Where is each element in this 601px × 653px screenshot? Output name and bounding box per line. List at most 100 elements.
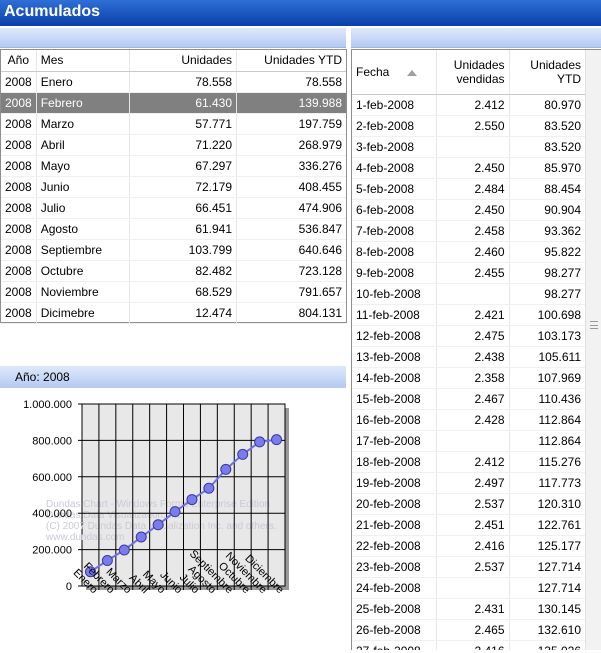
column-header-units-sold[interactable]: Unidades vendidas <box>436 50 510 95</box>
table-row[interactable]: 2008 Julio 66.451 474.906 <box>1 197 346 219</box>
table-row[interactable]: 20-feb-2008 2.537 120.310 <box>352 493 585 515</box>
table-row[interactable]: 23-feb-2008 2.537 127.714 <box>352 556 585 578</box>
left-header-band <box>0 28 346 48</box>
table-row[interactable]: 9-feb-2008 2.455 98.277 <box>352 262 585 284</box>
table-row[interactable]: 19-feb-2008 2.497 117.773 <box>352 472 585 494</box>
cell-date: 26-feb-2008 <box>352 619 437 641</box>
table-row[interactable]: 2008 Agosto 61.941 536.847 <box>1 218 346 240</box>
table-row[interactable]: 22-feb-2008 2.416 125.177 <box>352 535 585 557</box>
cell-units-ytd: 112.864 <box>509 430 585 452</box>
cell-units-sold: 2.450 <box>436 157 510 179</box>
cell-units-sold: 2.451 <box>436 514 510 536</box>
table-row[interactable]: 8-feb-2008 2.460 95.822 <box>352 241 585 263</box>
table-row[interactable]: 2008 Marzo 57.771 197.759 <box>1 113 346 135</box>
cell-units-ytd: 536.847 <box>236 218 346 240</box>
cell-month: Marzo <box>36 113 131 135</box>
cell-month: Octubre <box>36 260 131 282</box>
cell-units-ytd: 127.714 <box>509 556 585 578</box>
cell-units-ytd: 90.904 <box>509 199 585 221</box>
table-row[interactable]: 15-feb-2008 2.467 110.436 <box>352 388 585 410</box>
cell-units-ytd: 804.131 <box>236 302 346 324</box>
vertical-scrollbar[interactable] <box>585 50 601 650</box>
column-header-units[interactable]: Unidades <box>129 50 238 72</box>
table-row[interactable]: 2-feb-2008 2.550 83.520 <box>352 115 585 137</box>
cell-units-ytd: 197.759 <box>236 113 346 135</box>
column-header-daily-units-ytd[interactable]: Unidades YTD <box>509 50 585 95</box>
cell-units-ytd: 135.026 <box>509 640 585 650</box>
column-header-month[interactable]: Mes <box>36 50 131 72</box>
table-row[interactable]: 7-feb-2008 2.458 93.362 <box>352 220 585 242</box>
table-row[interactable]: 1-feb-2008 2.412 80.970 <box>352 94 585 116</box>
table-row[interactable]: 11-feb-2008 2.421 100.698 <box>352 304 585 326</box>
y-tick-label: 1.000.000 <box>23 399 72 411</box>
column-header-year[interactable]: Año <box>1 50 37 72</box>
cell-date: 8-feb-2008 <box>352 241 437 263</box>
table-row[interactable]: 13-feb-2008 2.438 105.611 <box>352 346 585 368</box>
cell-year: 2008 <box>1 197 37 219</box>
table-row[interactable]: 2008 Octubre 82.482 723.128 <box>1 260 346 282</box>
cell-date: 20-feb-2008 <box>352 493 437 515</box>
cell-units-ytd: 85.970 <box>509 157 585 179</box>
table-row[interactable]: 14-feb-2008 2.358 107.969 <box>352 367 585 389</box>
table-row[interactable]: 21-feb-2008 2.451 122.761 <box>352 514 585 536</box>
cell-date: 1-feb-2008 <box>352 94 437 116</box>
cell-month: Septiembre <box>36 239 131 261</box>
column-header-date[interactable]: Fecha <box>352 50 437 95</box>
table-row[interactable]: 27-feb-20082.416135.026 <box>352 640 585 650</box>
cell-units-ytd: 115.276 <box>509 451 585 473</box>
cell-units-sold: 2.455 <box>436 262 510 284</box>
table-row[interactable]: 3-feb-2008 83.520 <box>352 136 585 158</box>
table-row[interactable]: 2008 Noviembre 68.529 791.657 <box>1 281 346 303</box>
cell-year: 2008 <box>1 71 37 93</box>
table-row[interactable]: 18-feb-2008 2.412 115.276 <box>352 451 585 473</box>
data-point <box>271 434 283 446</box>
cell-year: 2008 <box>1 260 37 282</box>
table-row[interactable]: 4-feb-2008 2.450 85.970 <box>352 157 585 179</box>
table-row[interactable]: 2008 Junio 72.179 408.455 <box>1 176 346 198</box>
cell-date: 6-feb-2008 <box>352 199 437 221</box>
table-row[interactable]: 17-feb-2008 112.864 <box>352 430 585 452</box>
cell-year: 2008 <box>1 113 37 135</box>
cell-units-sold: 2.416 <box>436 535 510 557</box>
table-row[interactable]: 6-feb-2008 2.450 90.904 <box>352 199 585 221</box>
cell-units-sold: 2.458 <box>436 220 510 242</box>
cell-date: 2-feb-2008 <box>352 115 437 137</box>
cell-units: 61.430 <box>129 92 238 114</box>
cell-units: 67.297 <box>129 155 238 177</box>
cell-units-ytd: 336.276 <box>236 155 346 177</box>
table-row[interactable]: 2008 Septiembre 103.799 640.646 <box>1 239 346 261</box>
cell-month: Abril <box>36 134 131 156</box>
cell-month: Enero <box>36 71 131 93</box>
cell-units-sold: 2.475 <box>436 325 510 347</box>
cell-date: 12-feb-2008 <box>352 325 437 347</box>
table-row[interactable]: 12-feb-2008 2.475 103.173 <box>352 325 585 347</box>
ytd-chart-svg: Dundas Chart - Windows Forms Enterprise … <box>23 399 289 596</box>
table-row[interactable]: 2008 Febrero 61.430 139.988 <box>1 92 346 114</box>
column-header-units-ytd[interactable]: Unidades YTD <box>236 50 346 72</box>
cell-units-sold: 2.412 <box>436 451 510 473</box>
cell-units-sold: 2.438 <box>436 346 510 368</box>
cell-date: 19-feb-2008 <box>352 472 437 494</box>
cell-units-sold: 2.412 <box>436 94 510 116</box>
cell-units-ytd: 723.128 <box>236 260 346 282</box>
table-row[interactable]: 5-feb-2008 2.484 88.454 <box>352 178 585 200</box>
cell-units-ytd: 78.558 <box>236 71 346 93</box>
table-row[interactable]: 2008 Enero 78.558 78.558 <box>1 71 346 93</box>
table-row[interactable]: 10-feb-2008 98.277 <box>352 283 585 305</box>
scrollbar-grip-icon[interactable] <box>590 321 598 329</box>
cell-units-ytd: 100.698 <box>509 304 585 326</box>
table-row[interactable]: 26-feb-2008 2.465 132.610 <box>352 619 585 641</box>
cell-units-ytd: 93.362 <box>509 220 585 242</box>
cell-month: Dicimebre <box>36 302 131 324</box>
table-row[interactable]: 2008 Dicimebre 12.474 804.131 <box>1 302 346 324</box>
cell-units-ytd: 95.822 <box>509 241 585 263</box>
table-row[interactable]: 24-feb-2008 127.714 <box>352 577 585 599</box>
data-point <box>237 448 249 460</box>
cell-units-ytd: 127.714 <box>509 577 585 599</box>
cell-units-ytd: 80.970 <box>509 94 585 116</box>
table-row[interactable]: 25-feb-2008 2.431 130.145 <box>352 598 585 620</box>
cell-units: 71.220 <box>129 134 238 156</box>
table-row[interactable]: 2008 Mayo 67.297 336.276 <box>1 155 346 177</box>
table-row[interactable]: 2008 Abril 71.220 268.979 <box>1 134 346 156</box>
table-row[interactable]: 16-feb-2008 2.428 112.864 <box>352 409 585 431</box>
